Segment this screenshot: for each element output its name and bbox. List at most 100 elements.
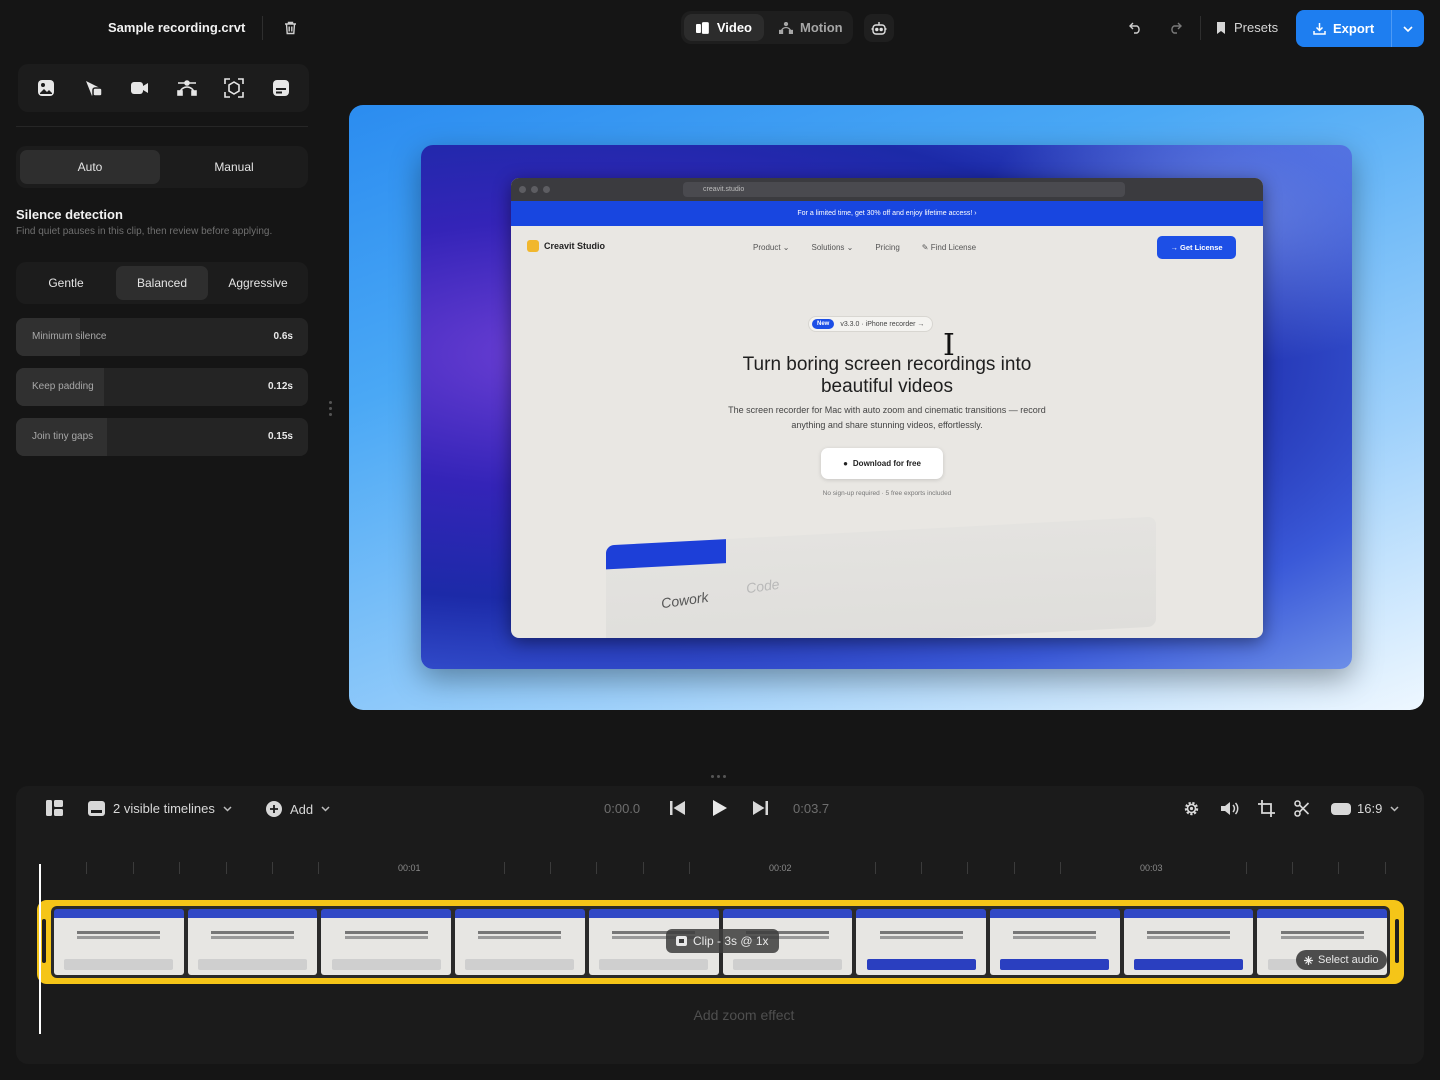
scissors-icon[interactable] — [1294, 800, 1310, 817]
export-button-group: Export — [1296, 10, 1424, 47]
tab-video-label: Video — [716, 20, 752, 35]
tab-motion[interactable]: Motion — [767, 14, 855, 41]
presets-button[interactable]: Presets — [1216, 20, 1278, 35]
file-name[interactable]: Sample recording.crvt — [108, 20, 245, 35]
divider — [1200, 16, 1201, 40]
clip-thumbnail — [989, 909, 1120, 975]
video-preview[interactable]: creavit.studio For a limited time, get 3… — [349, 105, 1424, 710]
mode-toggle: Video Motion — [681, 11, 853, 44]
crop-icon[interactable] — [1258, 800, 1275, 817]
timeline-resize-handle[interactable] — [711, 775, 726, 778]
logo-icon — [527, 240, 539, 252]
export-button[interactable]: Export — [1296, 10, 1391, 47]
visible-timelines-dropdown[interactable]: 2 visible timelines — [88, 801, 232, 816]
minimum-silence-slider[interactable]: Minimum silence 0.6s — [16, 318, 308, 356]
add-dropdown[interactable]: Add — [266, 801, 330, 817]
total-duration: 0:03.7 — [793, 801, 830, 816]
download-label: Download for free — [852, 459, 921, 468]
chevron-down-icon — [1403, 25, 1413, 32]
tab-auto[interactable]: Auto — [20, 150, 160, 184]
recorded-browser-window: creavit.studio For a limited time, get 3… — [511, 178, 1263, 638]
clip-thumbnail — [455, 909, 585, 975]
apple-icon: ● — [843, 459, 848, 468]
hero-subtitle-line2: anything and share stunning videos, effo… — [791, 420, 983, 430]
site-logo: Creavit Studio — [527, 240, 605, 252]
nav-find-license: ✎ Find License — [921, 243, 977, 252]
chevron-down-icon — [321, 806, 330, 812]
divider — [262, 16, 263, 40]
presets-label: Presets — [1234, 20, 1279, 35]
clip-info-badge: Clip - 3s @ 1x — [666, 929, 779, 953]
window-controls — [519, 186, 550, 193]
clip-thumbnail — [321, 909, 452, 975]
tab-motion-label: Motion — [800, 20, 843, 35]
pill-text: v3.3.0 · iPhone recorder → — [840, 320, 925, 328]
text-cursor-icon: I — [943, 328, 955, 363]
captions-tool-icon[interactable] — [265, 72, 297, 104]
download-button: ● Download for free — [821, 448, 943, 479]
add-zoom-effect-track[interactable]: Add zoom effect — [0, 1007, 1440, 1023]
playhead[interactable] — [39, 864, 41, 1034]
browser-toolbar: creavit.studio — [511, 178, 1263, 201]
fine-print: No sign-up required · 5 free exports inc… — [822, 490, 952, 497]
keep-padding-slider[interactable]: Keep padding 0.12s — [16, 368, 308, 406]
new-badge: New — [812, 319, 835, 329]
redo-icon[interactable] — [1167, 20, 1183, 36]
webcam-tool-icon[interactable] — [218, 72, 250, 104]
visible-timelines-label: 2 visible timelines — [113, 801, 215, 816]
play-icon[interactable] — [713, 800, 727, 816]
left-panel: Auto Manual Silence detection Find quiet… — [0, 56, 324, 786]
clip-trim-handle-left[interactable] — [42, 919, 46, 963]
tool-row — [18, 64, 309, 112]
aspect-ratio-icon — [1331, 802, 1351, 815]
slider-label: Join tiny gaps — [32, 431, 94, 442]
skip-back-icon[interactable] — [670, 801, 685, 815]
motion-icon — [779, 21, 793, 34]
slider-label: Minimum silence — [32, 331, 107, 342]
volume-icon[interactable] — [1221, 801, 1239, 816]
background-tool-icon[interactable] — [30, 72, 62, 104]
settings-gear-icon[interactable] — [1183, 800, 1200, 817]
preset-aggressive[interactable]: Aggressive — [212, 266, 304, 300]
ai-assistant-icon[interactable] — [864, 14, 894, 42]
join-tiny-gaps-slider[interactable]: Join tiny gaps 0.15s — [16, 418, 308, 456]
address-bar: creavit.studio — [683, 182, 1125, 197]
clip-trim-handle-right[interactable] — [1395, 919, 1399, 963]
nav-solutions: Solutions ⌄ — [811, 243, 854, 252]
audio-icon — [1304, 955, 1313, 965]
video-mode-icon — [696, 21, 709, 34]
sensitivity-presets: Gentle Balanced Aggressive — [16, 262, 308, 304]
chevron-down-icon — [1390, 805, 1399, 812]
divider — [16, 126, 308, 127]
nav-pricing: Pricing — [875, 243, 900, 252]
section-title: Silence detection — [16, 207, 123, 222]
tab-video[interactable]: Video — [684, 14, 764, 41]
ruler-label: 00:03 — [1140, 863, 1163, 873]
brand-name: Creavit Studio — [544, 241, 606, 251]
camera-tool-icon[interactable] — [124, 72, 156, 104]
select-audio-button[interactable]: Select audio — [1296, 950, 1387, 970]
detection-mode-toggle: Auto Manual — [16, 146, 308, 188]
clip-label: Clip - 3s @ 1x — [693, 934, 769, 948]
preset-balanced[interactable]: Balanced — [116, 266, 208, 300]
trash-icon[interactable] — [282, 19, 298, 37]
tab-manual[interactable]: Manual — [164, 150, 304, 184]
export-options-button[interactable] — [1392, 10, 1424, 47]
panel-resize-handle[interactable] — [329, 401, 332, 416]
film-icon — [676, 936, 687, 946]
section-subtitle: Find quiet pauses in this clip, then rev… — [16, 226, 273, 237]
preset-gentle[interactable]: Gentle — [20, 266, 112, 300]
undo-icon[interactable] — [1127, 20, 1143, 36]
bookmark-icon — [1217, 21, 1225, 34]
recording-frame: creavit.studio For a limited time, get 3… — [421, 145, 1352, 669]
current-time: 0:00.0 — [604, 801, 641, 816]
skip-forward-icon[interactable] — [753, 801, 768, 815]
aspect-ratio-dropdown[interactable]: 16:9 — [1331, 801, 1399, 816]
bezier-tool-icon[interactable] — [171, 72, 203, 104]
slider-value: 0.12s — [267, 381, 293, 392]
layout-toggle-icon[interactable] — [46, 800, 63, 816]
ruler-label: 00:02 — [769, 863, 792, 873]
cursor-tool-icon[interactable] — [77, 72, 109, 104]
add-label: Add — [290, 801, 314, 817]
plus-circle-icon — [266, 801, 282, 817]
